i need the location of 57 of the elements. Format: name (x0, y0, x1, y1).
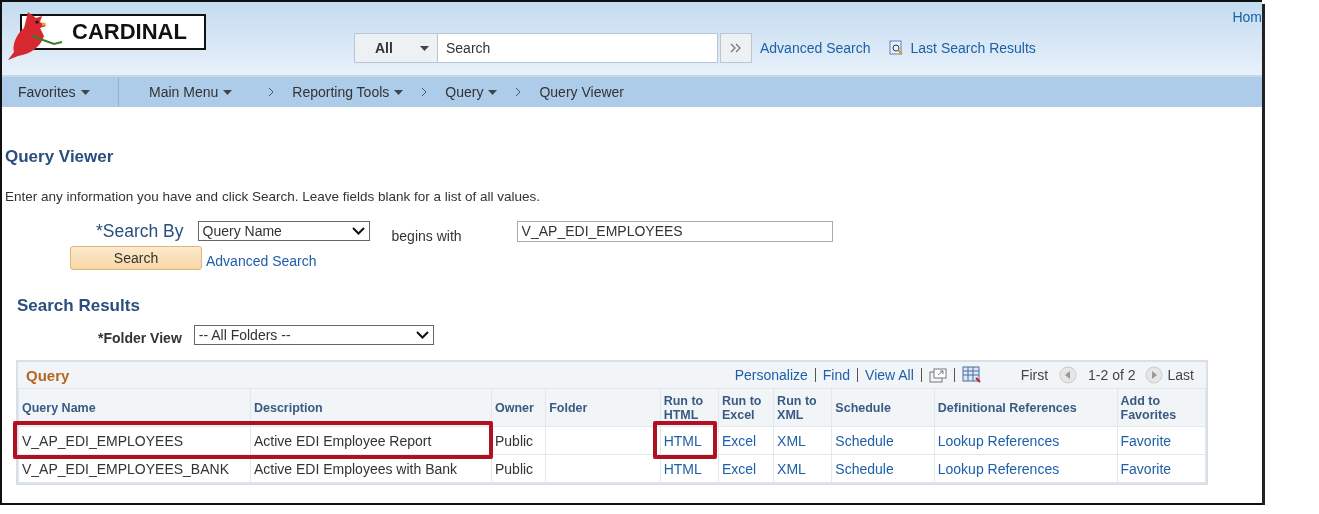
advanced-search-link[interactable]: Advanced Search (760, 40, 871, 56)
breadcrumb-item[interactable]: Reporting Tools (292, 84, 404, 100)
column-header: Run to XML (773, 388, 832, 427)
caret-icon (223, 89, 233, 95)
chevron-down-icon (415, 331, 429, 339)
chevron-right-icon (515, 87, 522, 97)
advanced-search-link[interactable]: Advanced Search (206, 253, 317, 269)
table-cell-text: Active EDI Employees with Bank (253, 460, 458, 477)
last-label: Last (1167, 367, 1194, 383)
find-link[interactable]: Find (822, 367, 851, 383)
column-header: Owner (491, 388, 546, 427)
chevron-right-icon (421, 87, 428, 97)
search-by-label: *Search By (96, 220, 184, 242)
previous-icon[interactable] (1059, 366, 1078, 384)
folder-view-dropdown[interactable]: -- All Folders -- (193, 325, 434, 345)
column-header: Run to Excel (718, 388, 774, 427)
table-cell-text: Active EDI Employee Report (253, 432, 432, 449)
table-cell-text: V_AP_EDI_EMPLOYEES_BANK (22, 460, 229, 477)
table-cell-text: Public (494, 460, 534, 477)
search-scope-dropdown[interactable]: All (354, 33, 438, 63)
search-by-dropdown[interactable]: Query Name (197, 221, 370, 241)
spreadsheet-download-icon[interactable] (961, 366, 982, 384)
next-icon[interactable] (1144, 366, 1163, 384)
column-header: Definitional References (934, 388, 1118, 427)
column-header: Schedule (831, 388, 935, 427)
breadcrumb-item[interactable]: Query (445, 84, 498, 100)
column-header: Add to Favorites (1117, 388, 1206, 427)
instructions-text: Enter any information you have and click Search. Leave fields blank for a list of all values. (5, 189, 542, 204)
main-menu[interactable]: Main Menu (149, 84, 233, 100)
chevron-down-icon (351, 227, 365, 235)
double-chevron-icon (730, 43, 742, 53)
query-name-field[interactable]: V_AP_EDI_EMPLOYEES (516, 220, 833, 242)
logo-text: CARDINAL (72, 20, 187, 44)
last-search-results-link[interactable]: Last Search Results (910, 40, 1036, 56)
section-title: Search Results (17, 296, 141, 316)
search-go-button[interactable] (720, 33, 752, 63)
new-window-icon[interactable] (928, 367, 947, 383)
page-title: Query Viewer (5, 147, 115, 167)
grid-title: Query (26, 366, 70, 384)
document-magnifier-icon (888, 40, 905, 56)
operator-text: begins with (391, 228, 462, 244)
breadcrumb-item[interactable]: Query Viewer (539, 84, 624, 100)
first-label: First (1020, 367, 1049, 383)
folder-view-label: *Folder View (98, 330, 182, 346)
column-header: Folder (545, 388, 661, 427)
caret-icon (80, 89, 90, 95)
chevron-right-icon (268, 87, 275, 97)
table-cell-text: V_AP_EDI_EMPLOYEES (22, 432, 184, 449)
view-all-link[interactable]: View All (865, 367, 914, 383)
page-range-text: 1-2 of 2 (1088, 367, 1136, 383)
search-field[interactable]: Search (438, 33, 718, 63)
search-button[interactable]: Search (70, 246, 202, 270)
table-cell-text: Public (494, 432, 534, 449)
home-link[interactable]: Hom (1232, 9, 1262, 25)
caret-icon (420, 45, 429, 51)
favorites-menu[interactable]: Favorites (18, 84, 90, 100)
personalize-link[interactable]: Personalize (734, 367, 808, 383)
